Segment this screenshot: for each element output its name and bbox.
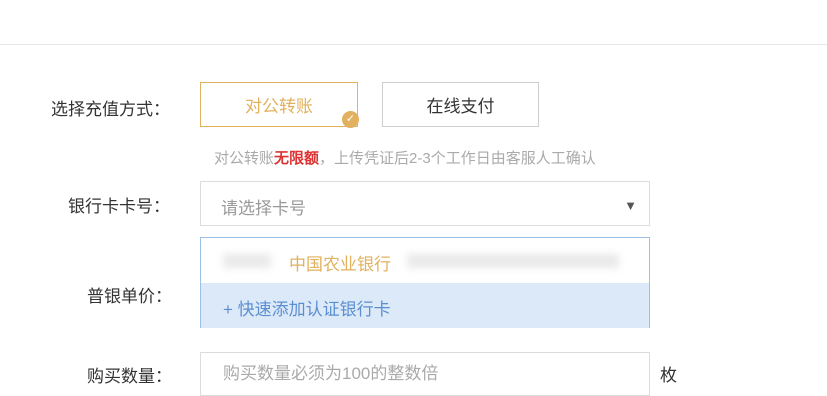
- option-corporate-transfer[interactable]: 对公转账 ✓: [200, 82, 359, 128]
- payment-method-label: 选择充值方式：: [51, 100, 170, 119]
- quantity-field[interactable]: [200, 352, 650, 396]
- hint-suffix: ，上传凭证后2-3个工作日由客服人工确认: [319, 150, 596, 167]
- bank-card-option[interactable]: 中国农业银行: [201, 238, 649, 283]
- caret-down-icon: ▼: [624, 198, 637, 213]
- add-bank-card-option[interactable]: + 快速添加认证银行卡: [201, 283, 649, 328]
- masked-account-holder: [223, 254, 271, 268]
- add-bank-card-label: + 快速添加认证银行卡: [223, 300, 391, 319]
- unit-price-label: 普银单价：: [87, 287, 172, 306]
- option-online-payment[interactable]: 在线支付: [382, 82, 539, 127]
- bank-card-label: 银行卡卡号：: [68, 197, 170, 216]
- bank-card-select[interactable]: 请选择卡号 ▼: [200, 181, 650, 226]
- bank-card-placeholder: 请选择卡号: [221, 199, 306, 218]
- bank-card-dropdown: 中国农业银行 + 快速添加认证银行卡: [200, 237, 650, 328]
- bank-name: 中国农业银行: [289, 255, 391, 274]
- check-circle-icon: ✓: [342, 111, 359, 128]
- masked-card-number: [407, 254, 619, 268]
- quantity-input[interactable]: [221, 363, 625, 385]
- hint-prefix: 对公转账: [214, 150, 275, 167]
- quantity-label: 购买数量：: [87, 367, 172, 386]
- payment-hint: 对公转账无限额，上传凭证后2-3个工作日由客服人工确认: [214, 147, 596, 168]
- header-divider: [0, 44, 827, 45]
- option-corporate-transfer-label: 对公转账: [245, 97, 313, 116]
- quantity-unit: 枚: [660, 366, 677, 385]
- hint-highlight: 无限额: [274, 150, 320, 167]
- option-online-payment-label: 在线支付: [426, 97, 495, 116]
